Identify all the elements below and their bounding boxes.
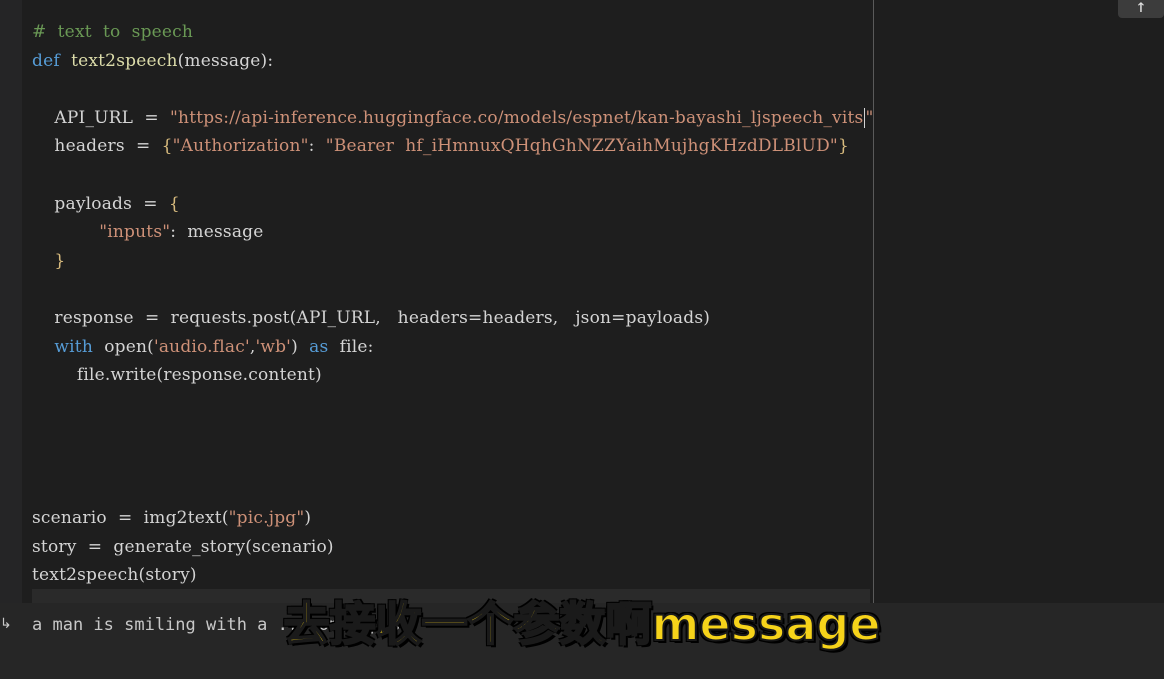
code-token: } — [837, 136, 849, 157]
code-token: ) — [291, 336, 310, 357]
code-token: "pic.jpg" — [228, 508, 305, 529]
code-token: scenario = img2text( — [32, 508, 229, 529]
scroll-to-top-button[interactable]: ↑ — [1118, 0, 1164, 18]
code-token: 'wb' — [255, 336, 292, 357]
video-subtitle: 去接收一个参数啊message — [282, 596, 881, 652]
arrow-up-icon: ↑ — [1135, 0, 1147, 17]
code-line: "inputs": message — [32, 218, 874, 247]
code-token: file.write(response.content) — [76, 365, 322, 386]
code-line: payloads = { — [32, 190, 874, 219]
code-token: payloads = — [54, 193, 169, 214]
code-token: headers = — [54, 136, 162, 157]
code-token: def — [32, 50, 60, 71]
code-token: } — [54, 250, 66, 271]
code-token: (message): — [177, 50, 274, 71]
code-line: # text to speech — [32, 18, 874, 47]
code-line: } — [32, 247, 874, 276]
code-token: text2speech — [71, 50, 178, 71]
code-token: file: — [328, 336, 374, 357]
code-token: 'audio.flac' — [153, 336, 250, 357]
code-line: text2speech(story) — [32, 561, 874, 590]
code-token: "Authorization" — [172, 136, 309, 157]
column-ruler — [873, 0, 874, 603]
code-line: API_URL = "https://api-inference.hugging… — [32, 104, 874, 133]
code-token: { — [168, 193, 180, 214]
code-editor[interactable]: # text to speech def text2speech(message)… — [0, 0, 1164, 603]
code-line: scenario = img2text("pic.jpg") — [32, 504, 874, 533]
code-line: story = generate_story(scenario) — [32, 533, 874, 562]
code-token: response = requests.post(API_URL, header… — [54, 307, 711, 328]
code-token: ) — [304, 508, 312, 529]
code-token: # text to speech — [32, 22, 194, 42]
code-token: "inputs" — [99, 222, 171, 243]
code-token: text2speech(story) — [32, 565, 197, 586]
code-line: response = requests.post(API_URL, header… — [32, 304, 874, 333]
code-token: open( — [93, 336, 154, 357]
code-line: with open('audio.flac','wb') as file: — [32, 333, 874, 362]
code-token: "https://api-inference.huggingface.co/mo… — [170, 107, 864, 128]
code-line: def text2speech(message): — [32, 47, 874, 76]
code-line: headers = {"Authorization": "Bearer hf_i… — [32, 132, 874, 161]
code-token: API_URL = — [54, 107, 171, 128]
code-token: : message — [170, 222, 264, 243]
code-line: file.write(response.content) — [32, 361, 874, 390]
code-token: as — [309, 336, 329, 357]
cell-gutter — [0, 0, 22, 603]
code-token: with — [54, 336, 93, 357]
code-token: "Bearer hf_iHmnuxQHqhGhNZZYaihMujhgKHzdD… — [325, 136, 838, 157]
code-token: story = generate_story(scenario) — [32, 536, 334, 557]
code-token: : — [308, 136, 326, 157]
code-token: { — [161, 136, 173, 157]
code-cell[interactable]: # text to speech def text2speech(message)… — [32, 18, 874, 590]
